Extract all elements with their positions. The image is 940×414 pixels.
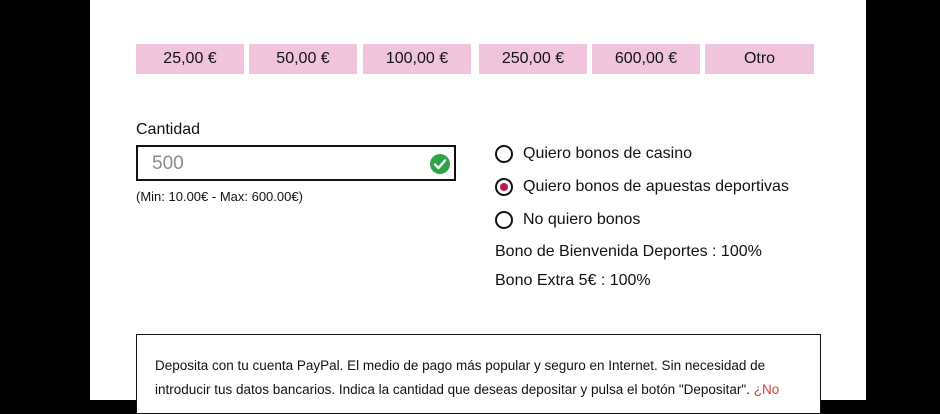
paypal-info-box: Deposita con tu cuenta PayPal. El medio … bbox=[136, 334, 821, 414]
amount-option-250[interactable]: 250,00 € bbox=[479, 44, 587, 74]
amount-limits: (Min: 10.00€ - Max: 600.00€) bbox=[136, 189, 303, 204]
amount-option-other[interactable]: Otro bbox=[705, 44, 814, 74]
bonus-option-label: Quiero bonos de apuestas deportivas bbox=[523, 178, 789, 195]
amount-option-50[interactable]: 50,00 € bbox=[249, 44, 357, 74]
radio-icon[interactable] bbox=[495, 211, 513, 229]
amount-option-600[interactable]: 600,00 € bbox=[592, 44, 700, 74]
amount-option-100[interactable]: 100,00 € bbox=[363, 44, 471, 74]
radio-selected-icon[interactable] bbox=[495, 178, 513, 196]
amount-label: Cantidad bbox=[136, 121, 201, 138]
paypal-info-text: Deposita con tu cuenta PayPal. El medio … bbox=[155, 354, 805, 402]
info-link[interactable]: ¿No bbox=[754, 382, 780, 397]
bonus-detail-extra: Bono Extra 5€ : 100% bbox=[495, 272, 651, 289]
bonus-option-none[interactable]: No quiero bonos bbox=[495, 211, 640, 229]
check-circle-icon bbox=[430, 154, 450, 174]
amount-option-25[interactable]: 25,00 € bbox=[136, 44, 244, 74]
amount-field bbox=[136, 145, 456, 181]
bonus-detail-welcome: Bono de Bienvenida Deportes : 100% bbox=[495, 243, 762, 260]
bonus-option-sports[interactable]: Quiero bonos de apuestas deportivas bbox=[495, 178, 789, 196]
bonus-option-casino[interactable]: Quiero bonos de casino bbox=[495, 145, 692, 163]
bonus-option-label: Quiero bonos de casino bbox=[523, 145, 692, 162]
deposit-panel: 25,00 € 50,00 € 100,00 € 250,00 € 600,00… bbox=[90, 0, 866, 414]
radio-icon[interactable] bbox=[495, 145, 513, 163]
amount-input[interactable] bbox=[150, 151, 424, 177]
bonus-option-label: No quiero bonos bbox=[523, 211, 641, 228]
info-text: Deposita con tu cuenta PayPal. El medio … bbox=[155, 358, 766, 397]
